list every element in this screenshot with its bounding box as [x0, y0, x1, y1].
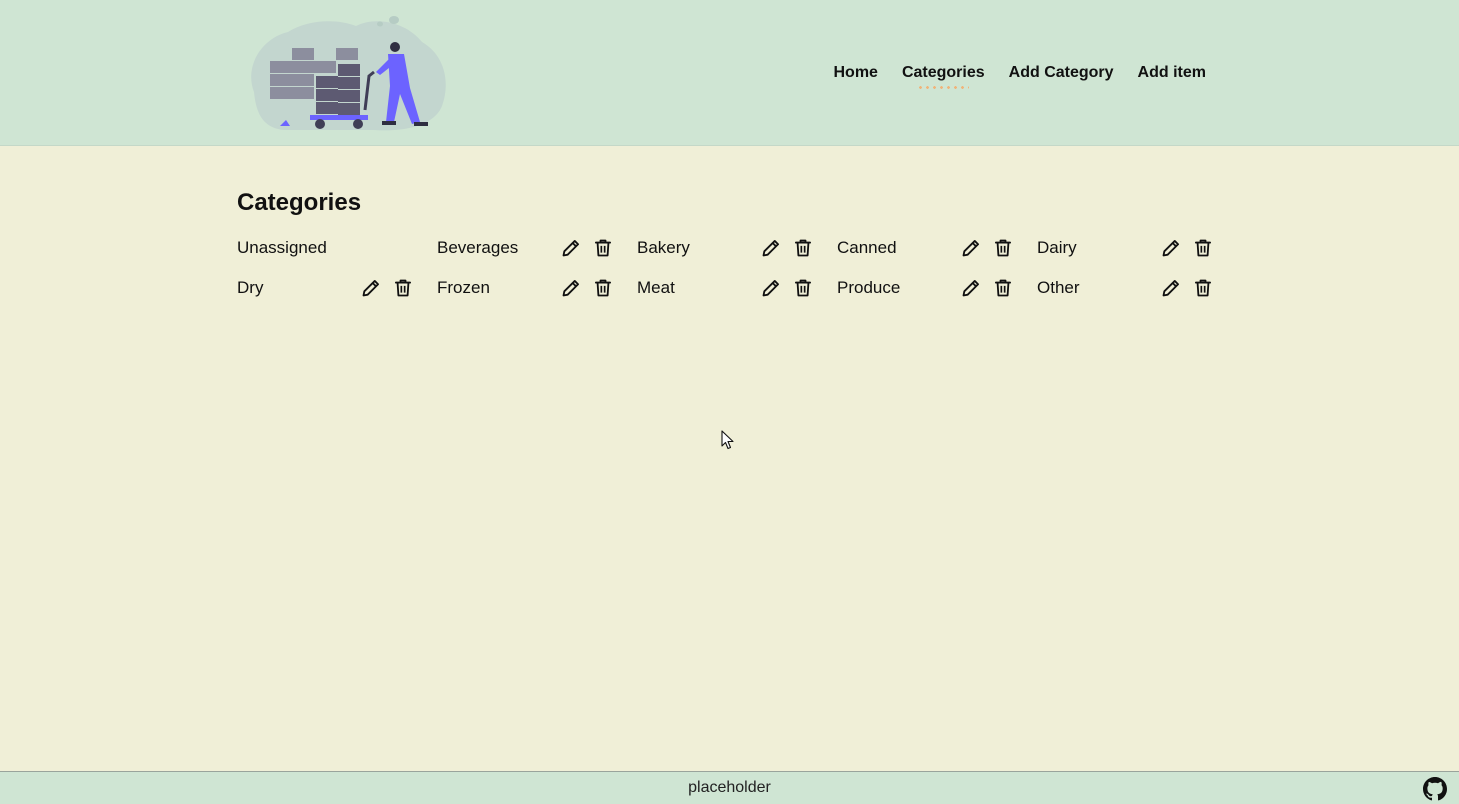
category-item: Dairy [1037, 236, 1237, 260]
pencil-icon[interactable] [960, 278, 981, 299]
site-footer: placeholder [0, 771, 1459, 804]
category-actions [760, 238, 813, 259]
category-item: Meat [637, 276, 837, 300]
category-actions [960, 238, 1013, 259]
nav-link-categories[interactable]: Categories [902, 63, 985, 83]
trash-icon[interactable] [592, 238, 613, 259]
main-nav: Home Categories Add Category Add item [833, 63, 1206, 83]
category-name[interactable]: Meat [637, 276, 760, 300]
footer-text: placeholder [688, 779, 771, 796]
category-name[interactable]: Beverages [437, 236, 560, 260]
category-name[interactable]: Canned [837, 236, 960, 260]
pencil-icon[interactable] [560, 238, 581, 259]
category-actions [560, 238, 613, 259]
pencil-icon[interactable] [360, 278, 381, 299]
nav-link-add-category[interactable]: Add Category [1009, 63, 1114, 83]
category-name[interactable]: Dry [237, 276, 360, 300]
site-header: Home Categories Add Category Add item [0, 0, 1459, 146]
category-actions [360, 278, 413, 299]
category-name[interactable]: Other [1037, 276, 1160, 300]
category-item: Produce [837, 276, 1037, 300]
category-name[interactable]: Produce [837, 276, 960, 300]
trash-icon[interactable] [592, 278, 613, 299]
category-actions [1160, 278, 1213, 299]
category-actions [560, 278, 613, 299]
category-item: Dry [237, 276, 437, 300]
category-name[interactable]: Dairy [1037, 236, 1160, 260]
category-name[interactable]: Frozen [437, 276, 560, 300]
category-item: Canned [837, 236, 1037, 260]
nav-link-add-item[interactable]: Add item [1138, 63, 1206, 83]
pencil-icon[interactable] [760, 278, 781, 299]
pencil-icon[interactable] [760, 238, 781, 259]
category-item: Other [1037, 276, 1237, 300]
warehouse-worker-logo[interactable] [244, 14, 448, 132]
category-actions [960, 278, 1013, 299]
trash-icon[interactable] [1192, 278, 1213, 299]
category-item: Beverages [437, 236, 637, 260]
pencil-icon[interactable] [960, 238, 981, 259]
pencil-icon[interactable] [1160, 278, 1181, 299]
mouse-cursor-icon [721, 430, 734, 450]
category-item: Frozen [437, 276, 637, 300]
category-name[interactable]: Unassigned [237, 236, 437, 260]
category-actions [1160, 238, 1213, 259]
category-grid: Unassigned Beverages Bakery Canned Dairy Dry F… [237, 236, 1222, 300]
trash-icon[interactable] [1192, 238, 1213, 259]
category-item: Unassigned [237, 236, 437, 260]
trash-icon[interactable] [992, 278, 1013, 299]
trash-icon[interactable] [792, 278, 813, 299]
category-actions [760, 278, 813, 299]
trash-icon[interactable] [992, 238, 1013, 259]
categories-section: Categories Unassigned Beverages Bakery Cann… [237, 186, 1222, 300]
category-name[interactable]: Bakery [637, 236, 760, 260]
pencil-icon[interactable] [560, 278, 581, 299]
page-title: Categories [237, 189, 362, 216]
nav-link-home[interactable]: Home [833, 63, 877, 83]
pencil-icon[interactable] [1160, 238, 1181, 259]
category-item: Bakery [637, 236, 837, 260]
trash-icon[interactable] [792, 238, 813, 259]
trash-icon[interactable] [392, 278, 413, 299]
github-icon[interactable] [1423, 777, 1447, 801]
